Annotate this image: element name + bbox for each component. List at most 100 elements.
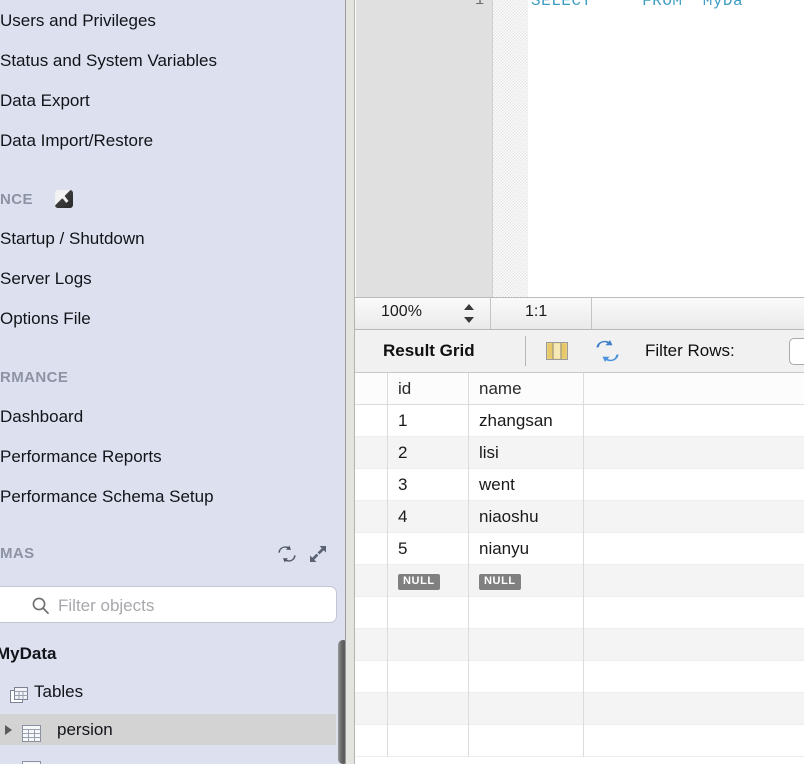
grid-cell-name[interactable]: zhangsan	[468, 405, 583, 437]
editor-status-bar: 100% 1:1	[355, 297, 804, 330]
tree-item-label: Tables	[34, 682, 84, 701]
refresh-sync-icon[interactable]	[595, 340, 620, 362]
tree-item-label: user	[57, 752, 90, 764]
sql-editor[interactable]: 1 SELECT * FROM MyDa	[355, 0, 804, 297]
grid-empty-cell	[468, 629, 583, 661]
sidebar-item-label: Performance Reports	[0, 447, 162, 466]
null-badge: NULL	[398, 573, 440, 590]
grid-cell-name-null[interactable]: NULL	[468, 565, 583, 597]
wrench-icon	[55, 190, 73, 208]
sql-editor-gutter: 1	[356, 0, 493, 297]
sidebar-item-data-import-restore[interactable]: Data Import/Restore	[0, 128, 339, 154]
grid-header-row: id name	[355, 373, 804, 405]
grid-row-marker-header	[355, 373, 387, 405]
grid-row-marker[interactable]	[355, 565, 387, 597]
grid-empty-cell	[468, 725, 583, 757]
grid-empty-cell	[387, 661, 468, 693]
grid-view-icon[interactable]	[545, 339, 569, 363]
grid-row-marker[interactable]	[355, 533, 387, 565]
grid-row-marker[interactable]	[355, 437, 387, 469]
sql-editor-fold-margin	[493, 0, 528, 297]
grid-cell-name[interactable]: niaoshu	[468, 501, 583, 533]
table-row[interactable]: 2 lisi	[355, 437, 804, 469]
zoom-control[interactable]: 100%	[363, 298, 491, 329]
grid-cell-id[interactable]: 2	[387, 437, 468, 469]
cursor-position-value: 1:1	[525, 303, 548, 320]
grid-row-marker[interactable]	[355, 469, 387, 501]
grid-cell-id[interactable]: 3	[387, 469, 468, 501]
filter-objects-placeholder: Filter objects	[58, 596, 155, 615]
result-data-grid: id name 1 zhangsan 2 lisi 3 went 4 niaos…	[355, 373, 804, 764]
sql-editor-text[interactable]: SELECT * FROM MyDa	[531, 0, 743, 10]
sidebar-item-dashboard[interactable]: Dashboard	[0, 404, 339, 430]
filter-rows-input[interactable]	[789, 338, 804, 365]
grid-cell-filler	[583, 469, 804, 501]
sidebar-scrollbar-track[interactable]	[336, 628, 345, 764]
spinner-updown-icon[interactable]	[462, 302, 476, 325]
sidebar-section-performance: RMANCE	[0, 366, 68, 390]
sidebar-item-performance-reports[interactable]: Performance Reports	[0, 444, 339, 470]
table-row-new-record[interactable]: NULL NULL	[355, 565, 804, 597]
table-row[interactable]: 3 went	[355, 469, 804, 501]
table-icon	[22, 721, 41, 742]
grid-empty-cell	[387, 597, 468, 629]
table-row[interactable]: 5 nianyu	[355, 533, 804, 565]
workbench-window: Users and Privileges Status and System V…	[0, 0, 804, 764]
refresh-icon[interactable]	[277, 544, 297, 564]
tree-item-schema-mydata[interactable]: MyData	[0, 638, 345, 669]
grid-row-marker[interactable]	[355, 405, 387, 437]
sidebar-item-status-and-system-variables[interactable]: Status and System Variables	[0, 48, 339, 74]
grid-column-header-id[interactable]: id	[387, 373, 468, 405]
expand-collapse-icon[interactable]	[308, 544, 328, 564]
tree-item-tables-folder[interactable]: Tables	[0, 676, 345, 707]
grid-cell-name[interactable]: lisi	[468, 437, 583, 469]
filter-objects-input[interactable]: Filter objects	[0, 586, 337, 623]
grid-empty-row	[355, 725, 804, 757]
grid-column-header-name[interactable]: name	[468, 373, 583, 405]
grid-cell-filler	[583, 693, 804, 725]
grid-cell-id[interactable]: 5	[387, 533, 468, 565]
sidebar-scrollbar-thumb[interactable]	[338, 640, 345, 764]
toolbar-separator	[525, 336, 526, 366]
grid-cell-filler	[583, 629, 804, 661]
sidebar-section-label: RMANCE	[0, 369, 69, 386]
grid-empty-cell	[387, 693, 468, 725]
sidebar-item-label: Startup / Shutdown	[0, 229, 145, 248]
null-badge: NULL	[479, 573, 521, 590]
grid-cell-id[interactable]: 4	[387, 501, 468, 533]
grid-cell-filler	[583, 725, 804, 757]
grid-cell-id[interactable]: 1	[387, 405, 468, 437]
grid-cell-name[interactable]: nianyu	[468, 533, 583, 565]
grid-empty-row	[355, 661, 804, 693]
sidebar-item-label: Data Export	[0, 91, 90, 110]
grid-row-marker[interactable]	[355, 501, 387, 533]
table-icon	[22, 757, 41, 764]
zoom-level-value: 100%	[381, 303, 422, 320]
chevron-right-icon[interactable]	[5, 725, 12, 735]
tree-item-table-persion[interactable]: persion	[0, 714, 345, 745]
table-row[interactable]: 1 zhangsan	[355, 405, 804, 437]
panel-divider[interactable]	[345, 0, 355, 764]
sidebar-item-startup-shutdown[interactable]: Startup / Shutdown	[0, 226, 339, 252]
main-panel: 1 SELECT * FROM MyDa 100% 1:1 Result Gri…	[355, 0, 804, 764]
sidebar-item-users-and-privileges[interactable]: Users and Privileges	[0, 8, 339, 34]
grid-cell-id-null[interactable]: NULL	[387, 565, 468, 597]
grid-empty-cell	[468, 597, 583, 629]
tree-item-label: persion	[57, 720, 113, 739]
grid-cell-filler	[583, 405, 804, 437]
table-row[interactable]: 4 niaoshu	[355, 501, 804, 533]
sidebar-item-label: Users and Privileges	[0, 11, 156, 30]
sidebar-item-label: Dashboard	[0, 407, 84, 426]
tree-item-table-user[interactable]: user	[0, 752, 345, 764]
sidebar-item-options-file[interactable]: Options File	[0, 306, 339, 332]
sidebar-section-schemas: MAS	[0, 542, 35, 566]
sidebar-item-server-logs[interactable]: Server Logs	[0, 266, 339, 292]
grid-cell-filler	[583, 597, 804, 629]
sidebar-item-performance-schema-setup[interactable]: Performance Schema Setup	[0, 484, 339, 510]
sidebar-item-data-export[interactable]: Data Export	[0, 88, 339, 114]
grid-cell-name[interactable]: went	[468, 469, 583, 501]
tables-folder-icon	[10, 683, 29, 703]
result-grid-toolbar: Result Grid Filter Rows:	[355, 330, 804, 373]
sidebar-item-label: Options File	[0, 309, 91, 328]
sidebar-section-label: MAS	[0, 545, 35, 562]
